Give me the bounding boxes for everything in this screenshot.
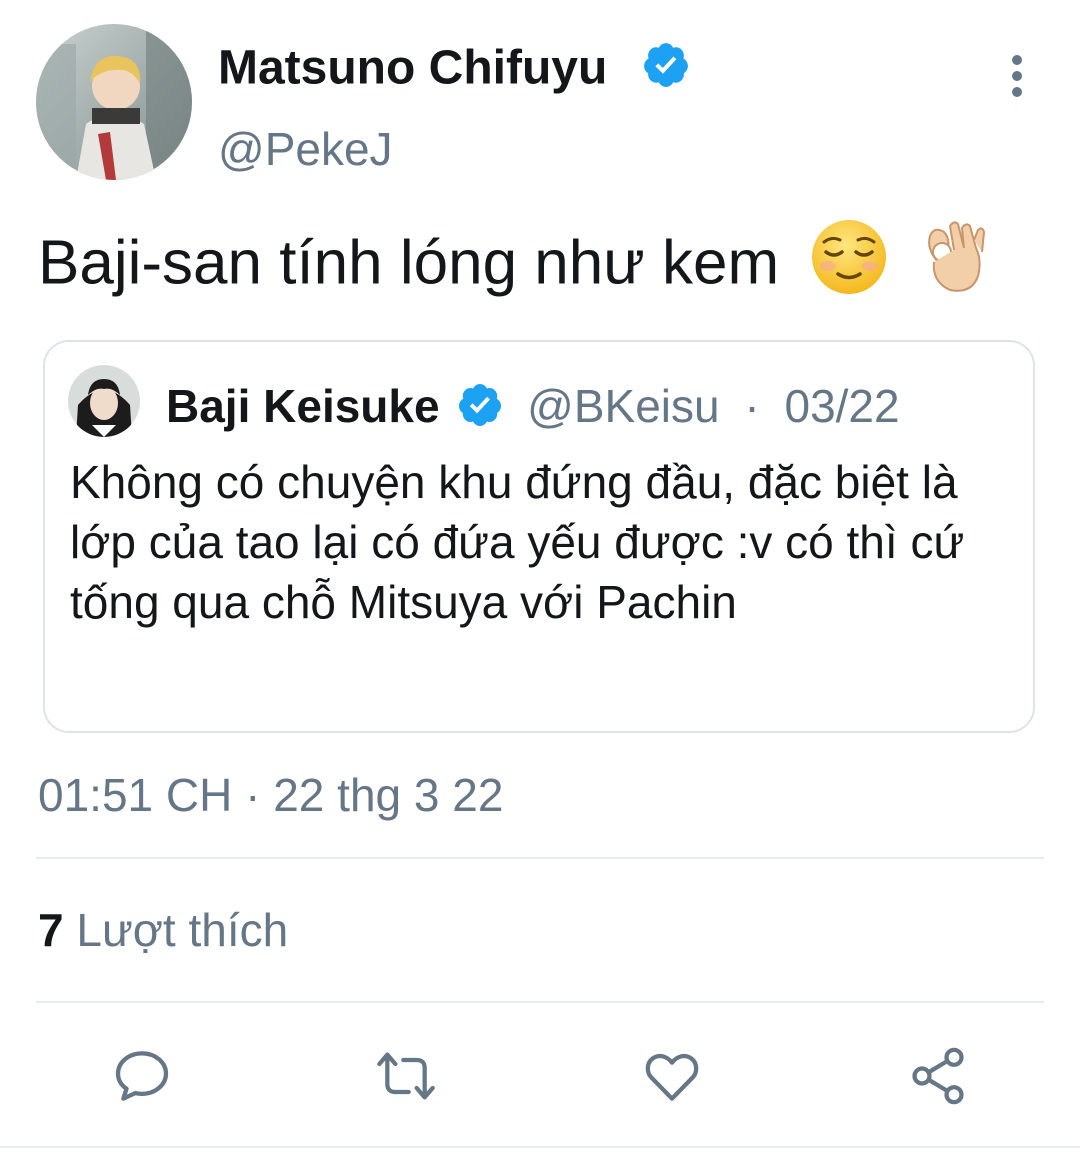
tweet-text: Baji-san tính lóng như kem xyxy=(38,228,780,298)
ok-hand-emoji-icon xyxy=(920,220,986,314)
reply-icon[interactable] xyxy=(110,1044,174,1108)
quoted-date: 03/22 xyxy=(784,380,900,432)
quoted-author-handle: @BKeisu xyxy=(527,380,720,432)
divider xyxy=(36,1001,1044,1003)
bottom-divider xyxy=(0,1146,1080,1148)
author-name: Matsuno Chifuyu xyxy=(218,41,608,95)
share-icon[interactable] xyxy=(906,1044,970,1108)
quoted-separator: · xyxy=(744,380,760,432)
quoted-tweet-text: Không có chuyện khu đứng đầu, đặc biệt l… xyxy=(70,456,965,628)
more-options-icon[interactable] xyxy=(1000,52,1034,100)
quoted-verified-badge-icon xyxy=(456,381,504,439)
retweet-icon[interactable] xyxy=(374,1044,438,1108)
author-avatar[interactable] xyxy=(36,24,192,180)
author-name-row[interactable]: Matsuno Chifuyu xyxy=(218,40,691,102)
divider xyxy=(36,857,1044,859)
likes-stat[interactable]: 7 Lượt thích xyxy=(38,903,288,957)
like-icon[interactable] xyxy=(640,1044,704,1108)
verified-badge-icon xyxy=(641,40,691,102)
quoted-header: Baji Keisuke @BKeisu · 03/22 xyxy=(166,380,900,439)
tweet-timestamp[interactable]: 01:51 CH · 22 thg 3 22 xyxy=(38,768,503,822)
quoted-author-name[interactable]: Baji Keisuke xyxy=(166,380,440,432)
quoted-author-avatar[interactable] xyxy=(68,365,140,437)
likes-count: 7 xyxy=(38,904,64,956)
likes-label: Lượt thích xyxy=(76,904,289,956)
relieved-face-emoji-icon xyxy=(810,218,888,316)
author-handle[interactable]: @PekeJ xyxy=(218,122,393,176)
tweet-text-row: Baji-san tính lóng như kem xyxy=(38,218,986,316)
